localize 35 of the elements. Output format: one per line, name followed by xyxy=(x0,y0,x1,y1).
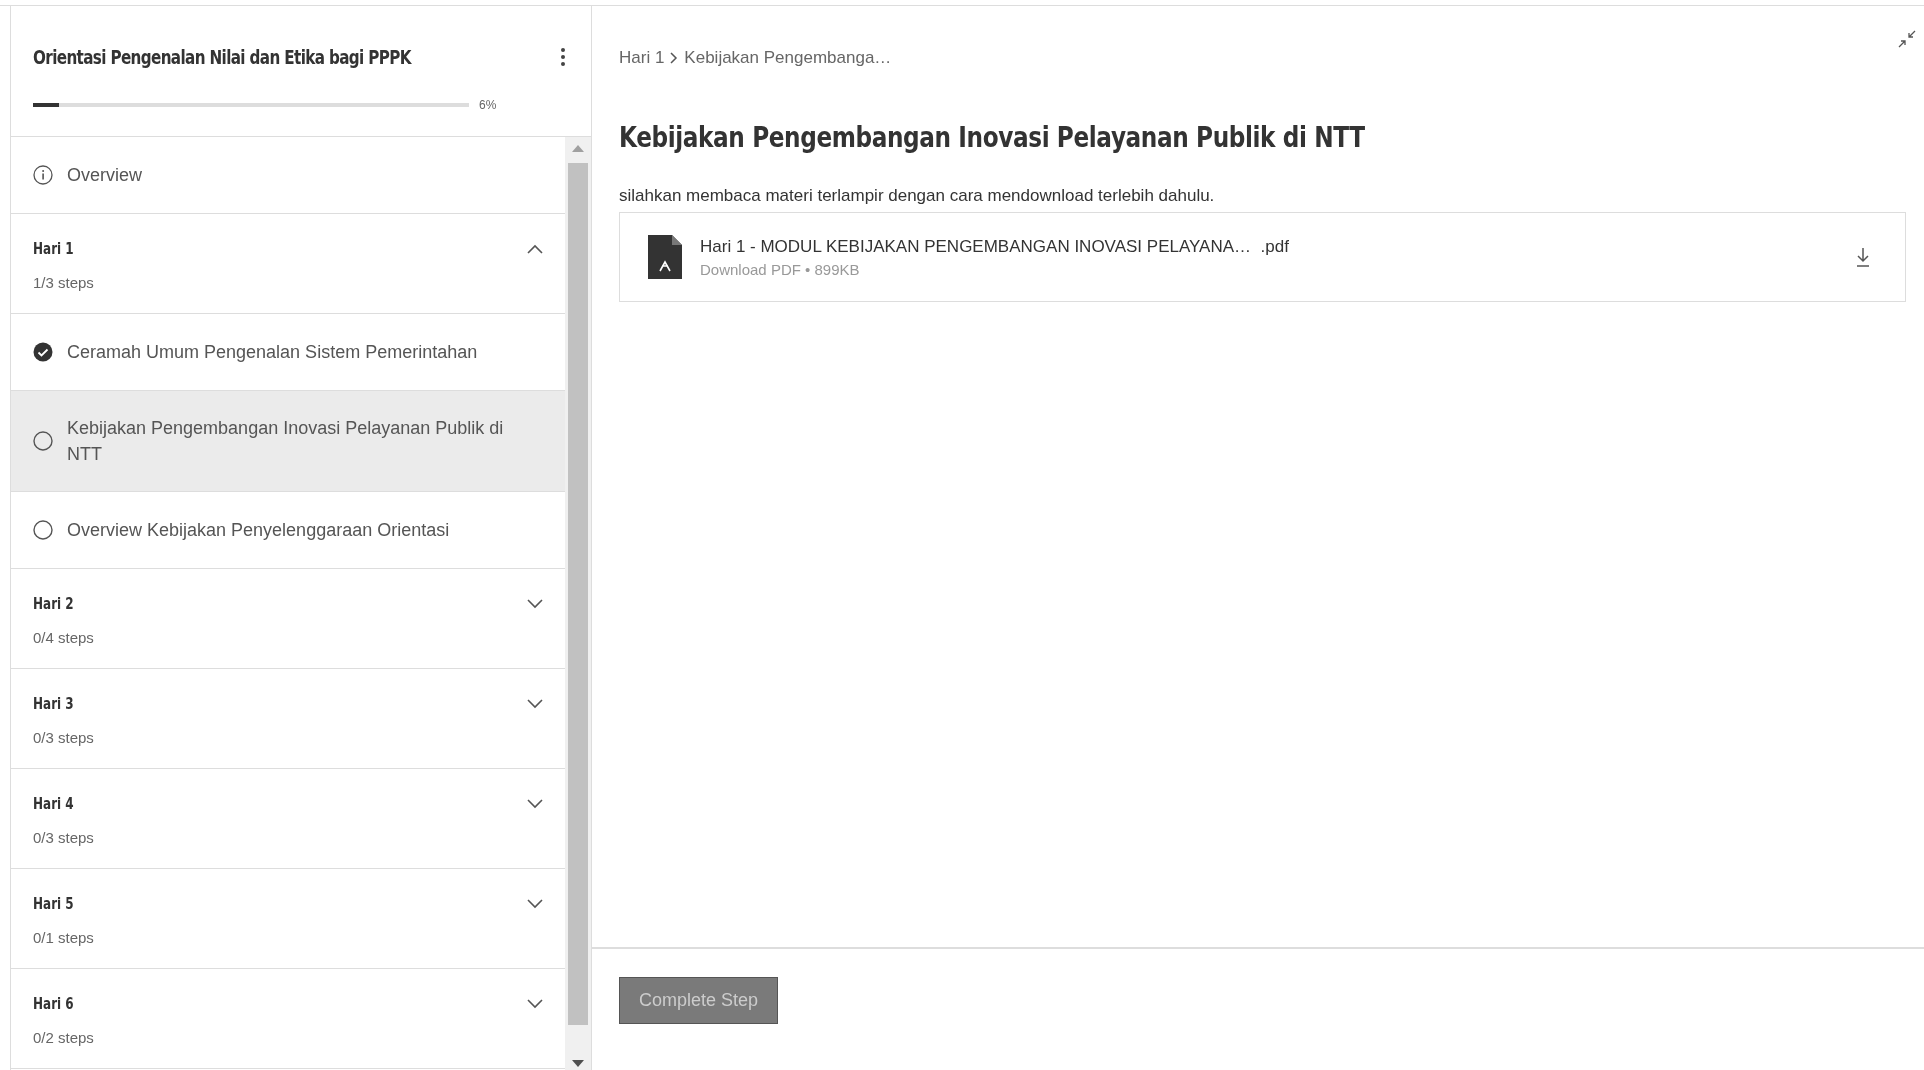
course-title: Orientasi Pengenalan Nilai dan Etika bagi PPPK xyxy=(33,46,411,68)
breadcrumb-link[interactable]: Kebijakan Pengembanga… xyxy=(684,48,892,68)
download-icon xyxy=(1855,247,1871,267)
progress-percent: 6% xyxy=(479,98,497,112)
step-item[interactable]: Kebijakan Pengembangan Inovasi Pelayanan Publik di NTT xyxy=(11,391,565,492)
file-name[interactable]: Hari 1 - MODUL KEBIJAKAN PENGEMBANGAN INOVASI PELAYANA… .pdf xyxy=(700,236,1833,257)
pdf-file-icon xyxy=(648,235,682,279)
section-title: Hari 5 xyxy=(33,895,74,913)
section-title: Hari 2 xyxy=(33,595,74,613)
section-step-count: 0/3 steps xyxy=(33,729,95,746)
chevron-down-icon[interactable] xyxy=(527,599,543,609)
file-meta: Download PDF • 899KB xyxy=(700,260,861,278)
section-title: Hari 6 xyxy=(33,995,74,1013)
section-step-count: 0/4 steps xyxy=(33,629,95,646)
chevron-down-icon[interactable] xyxy=(527,799,543,809)
chevron-up-icon[interactable] xyxy=(527,244,543,254)
step-description: silahkan membaca materi terlampir dengan cara mendownload terlebih dahulu. xyxy=(619,186,1216,206)
collapse-arrows-icon xyxy=(1898,30,1916,48)
collapse-icon[interactable] xyxy=(1896,28,1918,50)
info-icon xyxy=(33,165,53,185)
vertical-dots-icon xyxy=(561,48,565,66)
section-step-count: 0/1 steps xyxy=(33,929,95,946)
section-step-count: 1/3 steps xyxy=(33,274,95,291)
section-step-count: 0/2 steps xyxy=(33,1029,95,1046)
scroll-down-arrow-icon[interactable] xyxy=(572,1060,584,1067)
breadcrumb-link[interactable]: Hari 1 xyxy=(619,48,665,68)
section-step-count: 0/3 steps xyxy=(33,829,95,846)
chevron-down-icon[interactable] xyxy=(527,899,543,909)
step-heading: Kebijakan Pengembangan Inovasi Pelayanan Publik di NTT xyxy=(619,120,1366,154)
section-title: Hari 3 xyxy=(33,695,74,713)
chevron-right-icon xyxy=(670,52,679,64)
chevron-down-icon[interactable] xyxy=(527,999,543,1009)
chevron-down-icon[interactable] xyxy=(527,699,543,709)
section-title: Hari 4 xyxy=(33,795,74,813)
section-title: Hari 1 xyxy=(33,240,74,258)
